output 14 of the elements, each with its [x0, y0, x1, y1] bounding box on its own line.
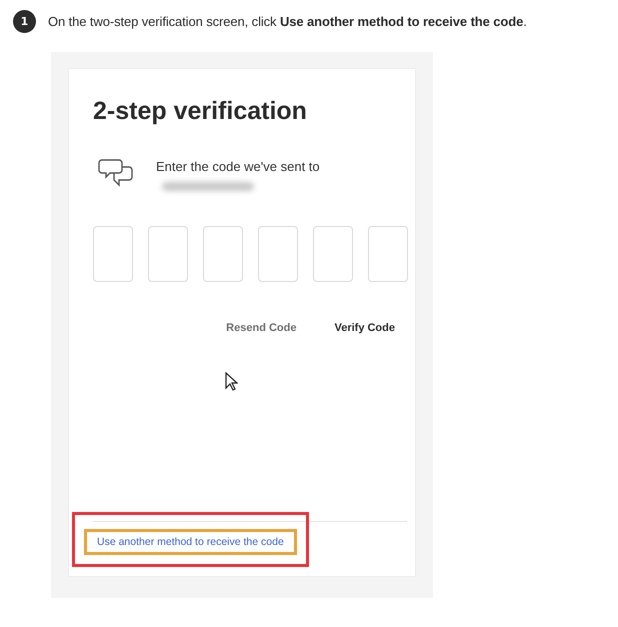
step-instruction: On the two-step verification screen, click Use another method to receive the code. — [48, 14, 527, 29]
card-title: 2-step verification — [93, 97, 308, 126]
code-digit-field[interactable] — [258, 226, 298, 282]
code-sent-message: Enter the code we've sent to — [156, 159, 320, 174]
code-digit-field[interactable] — [203, 226, 243, 282]
verify-button[interactable]: Verify Code — [334, 322, 395, 334]
mouse-cursor-icon — [225, 372, 238, 391]
code-digit-field[interactable] — [148, 226, 188, 282]
alternate-method-link[interactable]: Use another method to receive the code — [84, 529, 297, 555]
code-digit-field[interactable] — [368, 226, 408, 282]
resend-button[interactable]: Resend Code — [226, 322, 296, 334]
step-number: 1 — [13, 10, 36, 33]
code-digit-field[interactable] — [93, 226, 133, 282]
code-digit-field[interactable] — [313, 226, 353, 282]
